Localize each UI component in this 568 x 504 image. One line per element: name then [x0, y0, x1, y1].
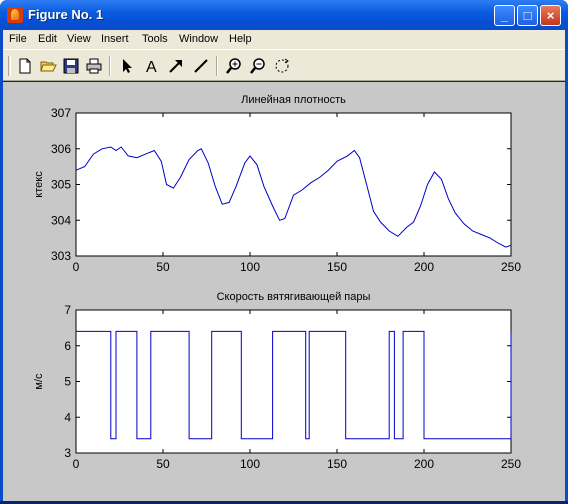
x-tick-label: 50 — [156, 457, 170, 471]
x-tick-label: 150 — [327, 260, 347, 274]
y-tick-label: 306 — [51, 142, 71, 156]
chart-title: Скорость вятягивающей пары — [217, 291, 371, 303]
x-tick-label: 0 — [73, 260, 80, 274]
x-tick-label: 100 — [240, 260, 260, 274]
chart-title: Линейная плотность — [241, 94, 346, 106]
y-tick-label: 307 — [51, 106, 71, 120]
y-tick-label: 303 — [51, 249, 71, 263]
y-tick-label: 304 — [51, 213, 71, 227]
y-tick-label: 7 — [64, 303, 71, 317]
x-tick-label: 50 — [156, 260, 170, 274]
y-tick-label: 3 — [64, 446, 71, 460]
axes-box[interactable] — [75, 112, 512, 257]
x-tick-label: 0 — [73, 457, 80, 471]
plot-linear-density: 0 50 100 150 200 250 303 304 305 306 307 Линейная п… — [33, 94, 521, 274]
y-tick-label: 4 — [64, 410, 71, 424]
x-tick-label: 150 — [327, 457, 347, 471]
plots-svg: 0 50 100 150 200 250303304305306307Линейная п… — [33, 94, 521, 471]
y-axis-label: м/с — [33, 373, 45, 390]
y-tick-label: 305 — [51, 178, 71, 192]
y-tick-label: 6 — [64, 339, 71, 353]
x-tick-label: 250 — [501, 260, 521, 274]
y-axis-label: ктекс — [33, 171, 45, 198]
x-tick-label: 100 — [240, 457, 260, 471]
x-tick-label: 200 — [414, 260, 434, 274]
plot-drafting-speed: 0 50 100 150 200 250 3 4 5 6 7 Скорость вятягивающе… — [33, 291, 521, 471]
figure-window: Figure No. 1 _ □ × File Edit View Insert… — [0, 0, 568, 504]
x-tick-label: 200 — [414, 457, 434, 471]
x-tick-label: 250 — [501, 457, 521, 471]
y-tick-label: 5 — [64, 375, 71, 389]
